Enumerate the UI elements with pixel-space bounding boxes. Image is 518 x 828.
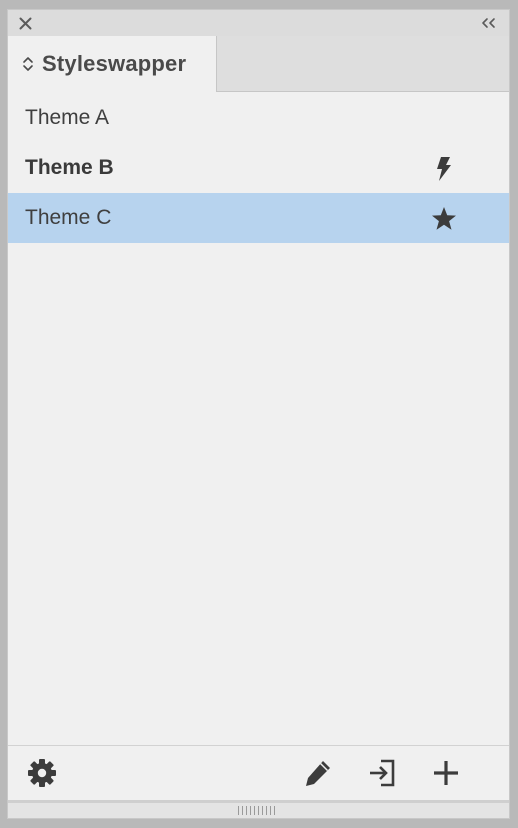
list-item-theme-b[interactable]: Theme B <box>8 143 509 193</box>
tab-label: Styleswapper <box>42 51 187 76</box>
panel-titlebar <box>8 10 509 37</box>
list-item-theme-a[interactable]: Theme A <box>8 93 509 143</box>
styleswapper-panel: Styleswapper Theme A Theme B Theme C <box>7 9 510 819</box>
add-theme-button[interactable] <box>430 757 462 789</box>
resize-handle[interactable] <box>8 800 509 818</box>
star-icon <box>430 205 458 233</box>
settings-button[interactable] <box>26 757 58 789</box>
import-icon <box>370 759 395 787</box>
panel-tab-strip: Styleswapper <box>8 36 509 92</box>
pencil-icon <box>306 761 330 786</box>
chevron-up-down-icon <box>22 55 34 73</box>
theme-label: Theme A <box>25 106 110 129</box>
plus-icon <box>434 761 458 785</box>
gear-icon <box>28 759 56 787</box>
edit-button[interactable] <box>302 757 334 789</box>
panel-footer <box>8 745 509 800</box>
theme-label: Theme C <box>25 206 112 229</box>
theme-list: Theme A Theme B Theme C <box>8 93 509 243</box>
close-icon <box>19 17 31 29</box>
collapse-panel-button[interactable] <box>479 15 499 31</box>
list-item-theme-c[interactable]: Theme C <box>8 193 509 243</box>
close-button[interactable] <box>16 14 34 32</box>
import-button[interactable] <box>366 757 398 789</box>
tab-styleswapper[interactable]: Styleswapper <box>8 36 217 92</box>
double-chevron-left-icon <box>482 18 495 28</box>
theme-label: Theme B <box>25 156 114 179</box>
grip-icon <box>238 806 278 815</box>
lightning-icon <box>430 155 458 183</box>
